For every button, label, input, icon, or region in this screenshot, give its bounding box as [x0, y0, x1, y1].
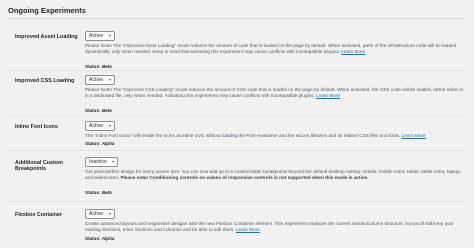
row-divider	[8, 201, 466, 202]
experiment-state-select[interactable]: Inactive ▾	[85, 157, 118, 167]
description-note: Please note! Conditioning controls on va…	[120, 175, 369, 181]
learn-more-link[interactable]: Learn More	[402, 133, 426, 138]
experiment-state-select[interactable]: Active ▾	[85, 121, 115, 131]
experiment-status: Status: Beta	[85, 64, 112, 69]
status-label: Status:	[85, 141, 101, 146]
row-divider	[8, 70, 466, 71]
experiment-description: Please Note! The "Improved Asset Loading…	[85, 43, 464, 56]
status-value: Alpha	[101, 141, 115, 146]
section-title: Ongoing Experiments	[8, 6, 86, 15]
learn-more-link[interactable]: Learn More	[341, 49, 365, 54]
chevron-down-icon: ▾	[108, 77, 111, 82]
select-value: Active	[89, 123, 104, 129]
chevron-down-icon: ▾	[108, 33, 111, 38]
experiment-label: Inline Font Icons	[15, 124, 58, 130]
experiment-state-select[interactable]: Active ▾	[85, 31, 115, 41]
status-label: Status:	[85, 64, 101, 69]
status-label: Status:	[85, 236, 101, 241]
chevron-down-icon: ▾	[108, 211, 111, 216]
select-value: Active	[89, 77, 104, 83]
status-value: Alpha	[101, 236, 115, 241]
experiment-label: Flexbox Container	[15, 212, 63, 218]
row-divider	[8, 150, 466, 151]
status-value: Beta	[101, 64, 112, 69]
description-text: Please Note! The "Improved CSS Loading" …	[85, 87, 464, 99]
experiment-state-select[interactable]: Active ▾	[85, 75, 115, 85]
experiment-description: Please Note! The "Improved CSS Loading" …	[85, 87, 464, 100]
experiment-status: Status: Alpha	[85, 141, 114, 146]
experiment-description: Get pixel-perfect design for every scree…	[85, 169, 464, 182]
learn-more-link[interactable]: Learn More	[236, 227, 260, 232]
select-value: Inactive	[89, 159, 107, 165]
experiment-status: Status: Beta	[85, 190, 112, 195]
experiment-label: Improved Asset Loading	[15, 34, 78, 40]
row-divider	[8, 115, 466, 116]
experiment-status: Status: Alpha	[85, 236, 114, 241]
description-text: The "Inline Font Icons" will render the …	[85, 133, 401, 138]
experiments-page: Ongoing Experiments Improved Asset Loadi…	[0, 0, 474, 248]
chevron-down-icon: ▾	[111, 159, 114, 164]
description-text: Create advanced layouts and responsive d…	[85, 221, 454, 233]
status-label: Status:	[85, 108, 101, 113]
description-text: Please Note! The "Improved Asset Loading…	[85, 43, 457, 55]
status-label: Status:	[85, 190, 101, 195]
chevron-down-icon: ▾	[108, 123, 111, 128]
experiment-label: Additional Custom Breakpoints	[15, 160, 63, 173]
experiment-state-select[interactable]: Active ▾	[85, 209, 115, 219]
experiment-description: The "Inline Font Icons" will render the …	[85, 133, 464, 139]
status-value: Beta	[101, 190, 112, 195]
experiment-description: Create advanced layouts and responsive d…	[85, 221, 464, 234]
learn-more-link[interactable]: Learn More	[316, 93, 340, 98]
experiment-status: Status: Beta	[85, 108, 112, 113]
select-value: Active	[89, 33, 104, 39]
select-value: Active	[89, 211, 104, 217]
section-divider	[8, 18, 466, 19]
status-value: Beta	[101, 108, 112, 113]
experiment-label: Improved CSS Loading	[15, 78, 75, 84]
